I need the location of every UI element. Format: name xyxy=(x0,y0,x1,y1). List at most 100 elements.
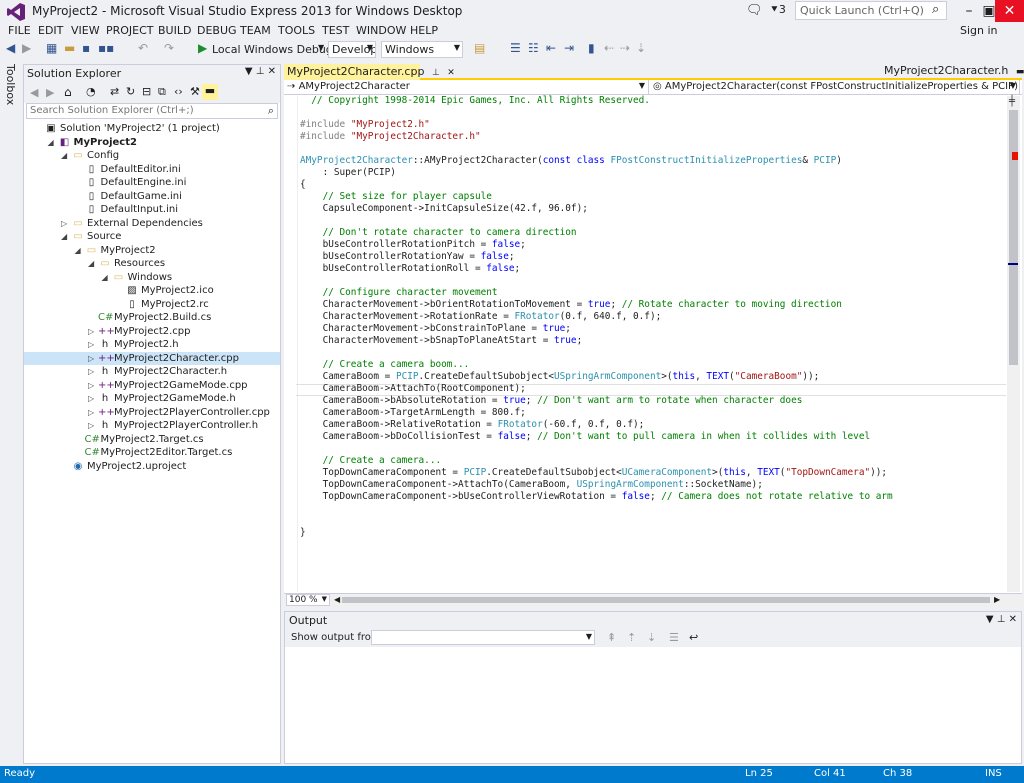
output-text-area[interactable] xyxy=(285,647,1021,763)
back-icon[interactable]: ◀ xyxy=(30,86,38,99)
menu-file[interactable]: FILE xyxy=(8,24,31,37)
find-message-icon[interactable]: ⇞ xyxy=(607,631,616,644)
tree-item[interactable]: ◢ ▭ Windows xyxy=(24,271,280,285)
chevron-down-icon[interactable]: ▼ xyxy=(318,43,324,52)
chevron-down-icon[interactable]: ▼ xyxy=(245,66,253,77)
tree-item[interactable]: ▷ h MyProject2GameMode.h xyxy=(24,392,280,406)
tree-item[interactable]: C#MyProject2.Target.cs xyxy=(24,433,280,447)
clear-all-icon[interactable]: ☰ xyxy=(669,631,679,644)
quick-launch-input[interactable]: Quick Launch (Ctrl+Q) xyxy=(795,1,947,20)
menu-team[interactable]: TEAM xyxy=(240,24,271,37)
word-wrap-icon[interactable]: ↩ xyxy=(689,631,698,644)
save-icon[interactable]: ▪ xyxy=(82,41,90,55)
tree-item[interactable]: ◉ MyProject2.uproject xyxy=(24,460,280,474)
close-icon[interactable]: ✕ xyxy=(1009,614,1017,625)
close-icon[interactable]: ✕ xyxy=(447,68,455,78)
close-icon[interactable]: ✕ xyxy=(268,66,276,77)
menu-test[interactable]: TEST xyxy=(322,24,349,37)
clear-bookmarks-icon[interactable]: ⇣ xyxy=(636,41,646,55)
undo-icon[interactable]: ↶ xyxy=(138,41,148,55)
scroll-right-icon[interactable]: ▶ xyxy=(994,595,1000,604)
menu-project[interactable]: PROJECT xyxy=(106,24,154,37)
back-icon[interactable]: ◀ xyxy=(6,41,15,55)
tree-item[interactable]: C#MyProject2Editor.Target.cs xyxy=(24,446,280,460)
show-all-files-icon[interactable]: ⧉ xyxy=(158,85,166,99)
tree-item[interactable]: ◢ ▭ Resources xyxy=(24,257,280,271)
scroll-left-icon[interactable]: ◀ xyxy=(334,595,340,604)
menu-help[interactable]: HELP xyxy=(410,24,438,37)
tree-item[interactable]: ▷ ++MyProject2.cpp xyxy=(24,325,280,339)
next-bookmark-icon[interactable]: ⇢ xyxy=(620,41,630,55)
split-icon[interactable]: ╪ xyxy=(1009,96,1015,107)
output-source-select[interactable]: ▼ xyxy=(371,630,595,645)
forward-icon[interactable]: ▶ xyxy=(22,41,31,55)
sync-icon[interactable]: ⇄ xyxy=(110,85,119,98)
expand-arrow-icon[interactable]: ▷ xyxy=(88,406,98,420)
tree-item[interactable]: ▯ DefaultEditor.ini xyxy=(24,163,280,177)
redo-icon[interactable]: ↷ xyxy=(164,41,174,55)
solution-explorer-search-input[interactable]: Search Solution Explorer (Ctrl+;) xyxy=(26,103,278,119)
vertical-scroll-thumb[interactable] xyxy=(1009,110,1018,365)
expand-arrow-icon[interactable]: ◢ xyxy=(88,257,98,271)
menu-view[interactable]: VIEW xyxy=(71,24,100,37)
expand-arrow-icon[interactable]: ▷ xyxy=(88,325,98,339)
tab-myproject2character-cpp[interactable]: MyProject2Character.cpp ⊥ ✕ xyxy=(284,64,455,80)
expand-arrow-icon[interactable]: ▷ xyxy=(88,379,98,393)
home-icon[interactable]: ⌂ xyxy=(64,85,72,99)
view-code-icon[interactable]: ‹› xyxy=(174,85,183,98)
bookmark-icon[interactable]: ▮ xyxy=(588,41,595,55)
start-debugging-icon[interactable]: ▶ xyxy=(198,41,207,55)
tree-item[interactable]: ▷ h MyProject2Character.h xyxy=(24,365,280,379)
comment-icon[interactable]: ☰ xyxy=(510,41,521,55)
menu-edit[interactable]: EDIT xyxy=(38,24,63,37)
properties-icon[interactable]: ⚒ xyxy=(190,85,200,98)
expand-arrow-icon[interactable]: ▷ xyxy=(88,352,98,366)
previous-bookmark-icon[interactable]: ⇠ xyxy=(604,41,614,55)
tree-item[interactable]: ▷ ++MyProject2Character.cpp xyxy=(24,351,280,366)
tree-item[interactable]: ◢ ◧ MyProject2 xyxy=(24,136,280,150)
expand-arrow-icon[interactable]: ◢ xyxy=(102,271,112,285)
expand-arrow-icon[interactable]: ▷ xyxy=(61,217,71,231)
tree-item[interactable]: ▣ Solution 'MyProject2' (1 project) xyxy=(24,122,280,136)
member-navigation-select[interactable]: ◎ AMyProject2Character(const FPostConstr… xyxy=(650,80,1020,95)
zoom-select[interactable]: 100 % ▼ xyxy=(286,594,330,606)
class-navigation-select[interactable]: ⇢ AMyProject2Character ▼ xyxy=(284,80,649,95)
sign-in-link[interactable]: Sign in xyxy=(960,24,998,37)
expand-arrow-icon[interactable]: ◢ xyxy=(61,149,71,163)
tree-item[interactable]: ▷ ++MyProject2GameMode.cpp xyxy=(24,379,280,393)
feedback-icon[interactable]: 🗨 xyxy=(746,3,763,18)
menu-debug[interactable]: DEBUG xyxy=(197,24,237,37)
tree-item[interactable]: ▷ ++MyProject2PlayerController.cpp xyxy=(24,406,280,420)
tree-item[interactable]: ▯ DefaultInput.ini xyxy=(24,203,280,217)
pin-icon[interactable]: ⊥ xyxy=(432,68,440,78)
close-button[interactable]: ✕ xyxy=(995,0,1024,22)
tree-item[interactable]: ▨ MyProject2.ico xyxy=(24,284,280,298)
new-project-icon[interactable]: ▦ xyxy=(46,41,57,55)
find-in-files-icon[interactable]: ▤ xyxy=(474,41,485,55)
chevron-down-icon[interactable]: ▼ xyxy=(986,614,994,625)
tree-item[interactable]: ▯ DefaultEngine.ini xyxy=(24,176,280,190)
pin-icon[interactable]: ⊥ xyxy=(256,66,265,77)
code-text[interactable]: // Copyright 1998-2014 Epic Games, Inc. … xyxy=(300,95,1006,593)
uncomment-icon[interactable]: ☷ xyxy=(528,41,539,55)
tree-item[interactable]: ◢ ▭ Config xyxy=(24,149,280,163)
tree-item[interactable]: ▯ DefaultGame.ini xyxy=(24,190,280,204)
tree-item[interactable]: ▯ MyProject2.rc xyxy=(24,298,280,312)
pin-icon[interactable]: ⊥ xyxy=(997,614,1006,625)
expand-arrow-icon[interactable]: ◢ xyxy=(75,244,85,258)
expand-arrow-icon[interactable]: ▷ xyxy=(88,419,98,433)
save-all-icon[interactable]: ▪▪ xyxy=(98,41,114,55)
tree-item[interactable]: ▷ h MyProject2PlayerController.h xyxy=(24,419,280,433)
forward-icon[interactable]: ▶ xyxy=(46,86,54,99)
expand-arrow-icon[interactable]: ◢ xyxy=(48,136,58,150)
configuration-select[interactable]: Developi ▼ xyxy=(328,41,376,58)
horizontal-scroll-thumb[interactable] xyxy=(342,597,990,603)
notifications-icon[interactable]: ⯆3 xyxy=(770,3,786,17)
menu-build[interactable]: BUILD xyxy=(158,24,191,37)
indent-icon[interactable]: ⇥ xyxy=(564,41,574,55)
tree-item[interactable]: ◢ ▭ MyProject2 xyxy=(24,244,280,258)
tree-item[interactable]: ▷ h MyProject2.h xyxy=(24,338,280,352)
menu-tools[interactable]: TOOLS xyxy=(278,24,315,37)
expand-arrow-icon[interactable]: ▷ xyxy=(88,365,98,379)
next-message-icon[interactable]: ⇣ xyxy=(647,631,656,644)
